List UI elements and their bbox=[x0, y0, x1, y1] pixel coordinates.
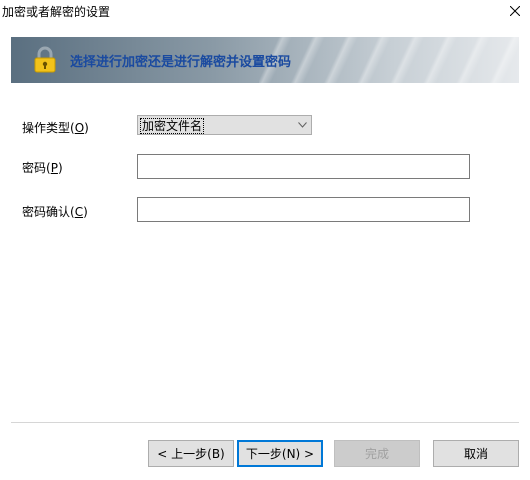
password-label: 密码(P) bbox=[22, 159, 63, 176]
operation-type-select[interactable]: 加密文件名 bbox=[137, 115, 312, 135]
footer-divider bbox=[11, 422, 519, 423]
operation-type-label-prefix: 操作类型( bbox=[22, 121, 75, 135]
confirm-password-label-key: C bbox=[74, 205, 84, 219]
password-label-key: P bbox=[50, 161, 58, 175]
cancel-button[interactable]: 取消 bbox=[433, 440, 519, 467]
banner-text: 选择进行加密还是进行解密并设置密码 bbox=[70, 55, 292, 70]
banner-shine bbox=[259, 37, 519, 83]
confirm-password-label-suffix: ) bbox=[83, 205, 88, 219]
close-icon bbox=[510, 6, 520, 16]
finish-button[interactable]: 完成 bbox=[334, 440, 420, 467]
back-button[interactable]: < 上一步(B) bbox=[148, 440, 234, 467]
lock-icon bbox=[34, 46, 56, 73]
password-input[interactable] bbox=[137, 154, 470, 179]
confirm-password-label-prefix: 密码确认( bbox=[22, 205, 75, 219]
confirm-password-label: 密码确认(C) bbox=[22, 203, 88, 220]
password-label-prefix: 密码( bbox=[22, 161, 51, 175]
password-label-suffix: ) bbox=[57, 161, 63, 175]
close-button[interactable] bbox=[500, 0, 530, 22]
header-banner: 选择进行加密还是进行解密并设置密码 bbox=[11, 37, 519, 83]
operation-type-label: 操作类型(O) bbox=[22, 119, 89, 136]
operation-type-label-suffix: ) bbox=[84, 121, 89, 135]
chevron-down-icon bbox=[298, 122, 307, 128]
operation-type-label-key: O bbox=[74, 121, 85, 135]
title-bar: 加密或者解密的设置 bbox=[0, 0, 530, 22]
operation-type-value: 加密文件名 bbox=[140, 118, 205, 134]
window-title: 加密或者解密的设置 bbox=[2, 5, 111, 19]
confirm-password-input[interactable] bbox=[137, 197, 470, 222]
next-button[interactable]: 下一步(N) > bbox=[237, 440, 323, 467]
